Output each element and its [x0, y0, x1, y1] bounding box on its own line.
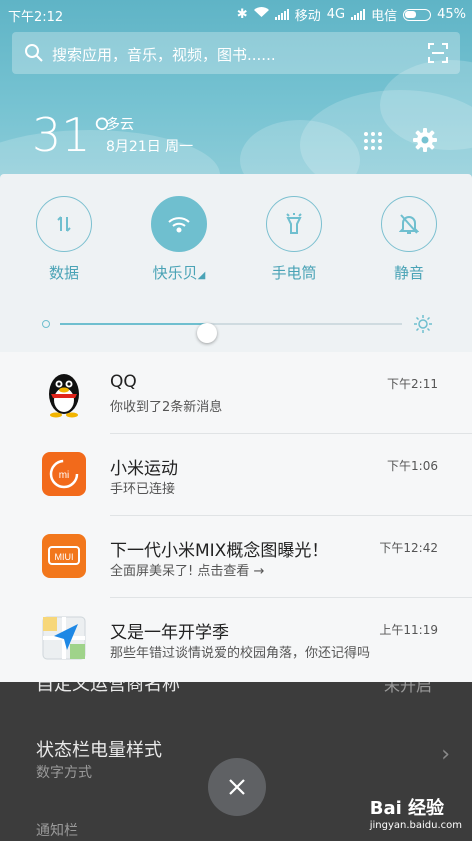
brightness-low-icon [42, 320, 50, 328]
app-grid-icon[interactable] [363, 131, 383, 155]
chevron-right-icon: › [441, 742, 450, 767]
toggle-flashlight[interactable]: 手电筒 [254, 196, 334, 283]
notification-body: 那些年错过谈情说爱的校园角落，你还记得吗 [110, 646, 371, 661]
baidu-watermark: Bai 经验 jingyan.baidu.com [369, 798, 462, 831]
notification-item[interactable]: MIUI 下一代小米MIX概念图曝光！ 全面屏美呆了! 点击查看 → 下午12:… [0, 516, 472, 598]
carrier-1: 移动 [294, 9, 321, 24]
wifi-icon [151, 196, 207, 252]
notification-time: 上午11:19 [379, 623, 438, 637]
brightness-slider[interactable] [42, 314, 434, 343]
notification-list: QQ 你收到了2条新消息 下午2:11 mi 小米运动 手环已连接 下午1:06… [0, 352, 472, 682]
brightness-track[interactable] [60, 323, 402, 343]
close-icon [229, 779, 245, 795]
data-arrows-icon [36, 196, 92, 252]
weather-condition: 多云 [106, 117, 134, 133]
bluetooth-icon: ✱ [236, 7, 248, 22]
wifi-status-icon [253, 7, 269, 22]
notification-title: 小米运动 [110, 459, 178, 479]
notification-time: 下午2:11 [387, 377, 438, 391]
status-bar: 下午2:12 ✱ 移动 4G 电信 45% [0, 0, 472, 28]
settings-row-title: 状态栏电量样式 [36, 740, 162, 761]
notification-body: 手环已连接 [110, 482, 176, 497]
weather-date: 8月21日 周一 [106, 139, 194, 155]
network-type: 4G [326, 7, 346, 22]
weather-temperature[interactable]: 31° [32, 108, 114, 162]
svg-text:mi: mi [59, 470, 70, 481]
notification-time: 下午12:42 [379, 541, 438, 555]
notification-item[interactable]: QQ 你收到了2条新消息 下午2:11 [0, 352, 472, 434]
settings-row-title: 通知栏 [36, 823, 78, 839]
miui-icon: MIUI [42, 534, 86, 578]
carrier-2: 电信 [371, 9, 398, 24]
bell-muted-icon [381, 196, 437, 252]
toggle-wifi[interactable]: 快乐贝◢ [139, 196, 219, 283]
notification-body: 你收到了2条新消息 [110, 400, 223, 415]
search-placeholder: 搜索应用，音乐，视频，图书...... [52, 46, 276, 64]
toggle-label: 快乐贝◢ [152, 264, 206, 282]
notification-item[interactable]: mi 小米运动 手环已连接 下午1:06 [0, 434, 472, 516]
dropdown-corner-icon: ◢ [197, 270, 206, 281]
signal-icon [351, 9, 366, 20]
notification-title: 下一代小米MIX概念图曝光！ [110, 541, 329, 561]
svg-text:MIUI: MIUI [55, 552, 74, 562]
battery-percent: 45% [437, 7, 466, 22]
notification-item[interactable]: 又是一年开学季 那些年错过谈情说爱的校园角落，你还记得吗 上午11:19 [0, 598, 472, 680]
notification-title: QQ [110, 372, 137, 392]
brightness-knob[interactable] [197, 323, 218, 343]
toggle-label: 数据 [48, 264, 79, 282]
brightness-high-icon [414, 315, 432, 337]
toggle-label: 手电筒 [271, 264, 317, 282]
search-bar[interactable]: 搜索应用，音乐，视频，图书...... [12, 32, 460, 74]
mi-fit-icon: mi [42, 452, 86, 496]
notification-title: 又是一年开学季 [110, 623, 229, 643]
settings-row-subtitle: 数字方式 [36, 765, 92, 781]
search-icon [24, 43, 44, 67]
brightness-fill [60, 323, 208, 325]
flashlight-icon [266, 196, 322, 252]
battery-icon [403, 8, 432, 21]
clear-notifications-button[interactable] [208, 758, 266, 816]
scan-icon[interactable] [428, 43, 448, 67]
gear-icon[interactable] [412, 127, 438, 157]
notification-body: 全面屏美呆了! 点击查看 → [110, 564, 265, 579]
signal-icon [274, 9, 289, 20]
status-time: 下午2:12 [8, 10, 64, 25]
qq-penguin-icon [42, 370, 86, 418]
toggle-label: 静音 [393, 264, 424, 282]
toggle-mute[interactable]: 静音 [369, 196, 449, 283]
quick-settings-panel: 数据 快乐贝◢ 手电筒 静音 [0, 174, 472, 352]
notification-time: 下午1:06 [387, 459, 438, 473]
notification-header: 下午2:12 ✱ 移动 4G 电信 45% 搜索应用，音乐，视频，图书.....… [0, 0, 472, 178]
maps-icon [42, 616, 86, 660]
toggle-data[interactable]: 数据 [24, 196, 104, 283]
